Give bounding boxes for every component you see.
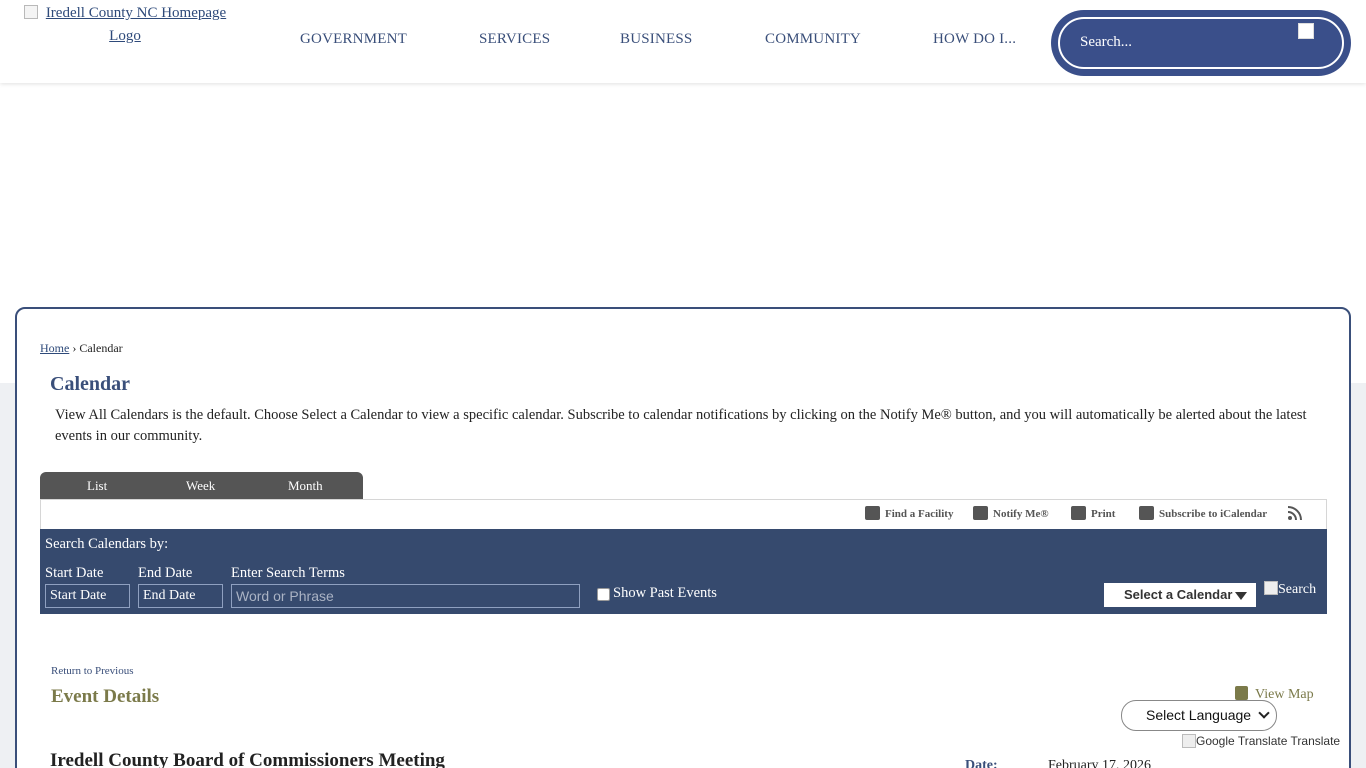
search-terms-placeholder: Word or Phrase <box>236 588 334 604</box>
content-container: Home › Calendar Calendar View All Calend… <box>15 307 1351 768</box>
start-date-input[interactable]: Start Date <box>45 584 130 608</box>
nav-business[interactable]: BUSINESS <box>620 31 692 48</box>
calendar-search-panel: Search Calendars by: Start Date End Date… <box>40 529 1327 614</box>
search-icon[interactable] <box>1298 23 1314 39</box>
nav-how-do-i[interactable]: HOW DO I... <box>933 31 1016 48</box>
search-calendars-heading: Search Calendars by: <box>45 536 169 552</box>
broken-image-icon <box>23 5 38 19</box>
search-terms-label: Enter Search Terms <box>231 565 345 581</box>
site-header: Iredell County NC Homepage Logo GOVERNME… <box>0 0 1366 83</box>
broken-image-icon <box>1264 581 1278 595</box>
search-input[interactable]: Search... <box>1058 17 1344 69</box>
find-facility-label: Find a Facility <box>885 508 954 520</box>
event-date-label: Date: <box>965 758 998 768</box>
translate-label[interactable]: Translate <box>1291 734 1341 748</box>
logo-alt-text: Iredell County NC Homepage Logo <box>45 5 227 44</box>
breadcrumb-current: Calendar <box>79 341 123 355</box>
chevron-down-icon <box>1235 592 1247 600</box>
print-link[interactable]: Print <box>1071 506 1115 520</box>
select-language-dropdown[interactable]: Select Language <box>1121 700 1277 731</box>
notify-me-link[interactable]: Notify Me® <box>973 506 1049 520</box>
subscribe-icalendar-link[interactable]: Subscribe to iCalendar <box>1139 506 1267 520</box>
end-date-label: End Date <box>138 565 193 581</box>
tab-list[interactable]: List <box>87 478 107 494</box>
nav-community[interactable]: COMMUNITY <box>765 31 861 48</box>
site-logo-link[interactable]: Iredell County NC Homepage Logo <box>14 2 236 48</box>
calendar-icon <box>1139 506 1154 520</box>
select-calendar-dropdown[interactable]: Select a Calendar <box>1104 583 1256 607</box>
find-facility-link[interactable]: Find a Facility <box>865 506 953 520</box>
subscribe-label: Subscribe to iCalendar <box>1159 508 1268 520</box>
event-date-value: February 17, 2026 <box>1048 758 1152 768</box>
nav-services[interactable]: SERVICES <box>479 31 550 48</box>
search-terms-input[interactable]: Word or Phrase <box>231 584 580 608</box>
chevron-down-icon <box>1258 707 1270 719</box>
calendar-search-button[interactable]: Search <box>1264 581 1316 598</box>
calendar-toolbar: Find a Facility Notify Me® Print Subscri… <box>40 499 1327 529</box>
map-icon <box>1235 686 1248 700</box>
broken-image-icon <box>1182 734 1196 748</box>
select-calendar-label: Select a Calendar <box>1124 587 1233 602</box>
page-title: Calendar <box>50 373 130 395</box>
select-language-label: Select Language <box>1146 707 1252 723</box>
show-past-events-checkbox[interactable] <box>597 588 610 601</box>
end-date-input[interactable]: End Date <box>138 584 223 608</box>
google-translate-alt: Google Translate <box>1196 734 1288 748</box>
tab-week[interactable]: Week <box>186 478 215 494</box>
breadcrumb-home[interactable]: Home <box>40 341 69 355</box>
print-label: Print <box>1091 508 1116 520</box>
tab-month[interactable]: Month <box>288 478 323 494</box>
notify-me-label: Notify Me® <box>993 508 1049 520</box>
rss-link[interactable] <box>1287 506 1302 524</box>
event-details-heading: Event Details <box>51 686 160 707</box>
view-tabs: List Week Month <box>40 472 363 499</box>
print-icon <box>1071 506 1086 520</box>
return-to-previous-link[interactable]: Return to Previous <box>51 665 134 677</box>
show-past-events-label: Show Past Events <box>613 585 717 601</box>
page-description: View All Calendars is the default. Choos… <box>55 407 1307 444</box>
search-button-alt: Search <box>1278 582 1317 597</box>
breadcrumb: Home › Calendar <box>40 341 123 356</box>
start-date-label: Start Date <box>45 565 104 581</box>
grid-icon <box>865 506 880 520</box>
rss-icon <box>1287 506 1302 521</box>
search-placeholder: Search... <box>1080 34 1133 50</box>
google-translate-attribution: Google Translate Translate <box>1182 734 1340 748</box>
nav-government[interactable]: GOVERNMENT <box>300 31 407 48</box>
mail-icon <box>973 506 988 520</box>
event-title: Iredell County Board of Commissioners Me… <box>50 750 445 768</box>
breadcrumb-separator: › <box>72 341 77 355</box>
site-search: Search... <box>1051 10 1351 76</box>
